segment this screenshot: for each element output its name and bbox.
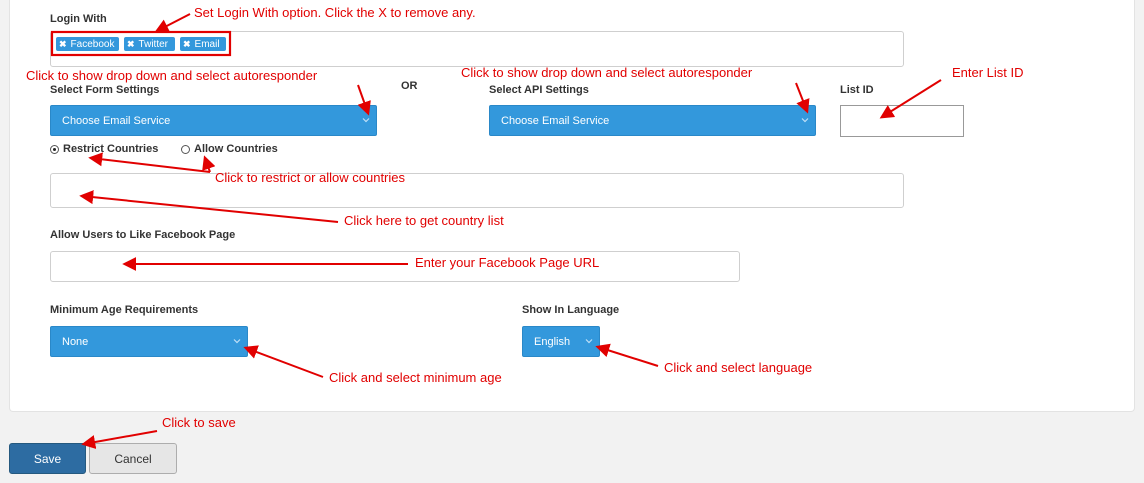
- close-icon[interactable]: ✖: [59, 39, 67, 50]
- allow-countries-radio[interactable]: Allow Countries: [181, 143, 278, 155]
- min-age-label: Minimum Age Requirements: [50, 304, 199, 316]
- chevron-down-icon: [585, 338, 593, 343]
- min-age-select[interactable]: None: [50, 326, 248, 357]
- list-id-input[interactable]: [840, 105, 964, 137]
- login-tag-twitter: ✖ Twitter: [124, 37, 175, 51]
- form-settings-label: Select Form Settings: [50, 84, 160, 96]
- login-tag-email: ✖ Email: [180, 37, 226, 51]
- radio-selected-icon: [50, 144, 59, 154]
- annotation-login-with: Set Login With option. Click the X to re…: [194, 5, 476, 20]
- or-text: OR: [401, 80, 418, 92]
- tag-label: Facebook: [70, 38, 115, 50]
- restrict-countries-radio[interactable]: Restrict Countries: [50, 143, 158, 155]
- min-age-value: None: [62, 335, 89, 348]
- annotation-country-list: Click here to get country list: [344, 213, 504, 228]
- language-label: Show In Language: [522, 304, 620, 316]
- annotation-form-settings: Click to show drop down and select autor…: [26, 68, 318, 83]
- login-tag-facebook: ✖ Facebook: [56, 37, 119, 51]
- save-button[interactable]: Save: [9, 443, 86, 474]
- close-icon[interactable]: ✖: [183, 39, 191, 50]
- chevron-down-icon: [233, 338, 241, 343]
- api-settings-select[interactable]: Choose Email Service: [489, 105, 816, 136]
- close-icon[interactable]: ✖: [127, 39, 135, 50]
- annotation-language: Click and select language: [664, 360, 813, 375]
- login-with-label: Login With: [50, 13, 107, 25]
- list-id-label: List ID: [840, 84, 874, 96]
- chevron-down-icon: [801, 117, 809, 122]
- tag-label: Twitter: [138, 38, 168, 50]
- radio-unselected-icon: [181, 144, 190, 154]
- allow-countries-label: Allow Countries: [194, 143, 278, 155]
- language-select[interactable]: English: [522, 326, 600, 357]
- restrict-countries-label: Restrict Countries: [63, 143, 159, 155]
- login-with-field[interactable]: [50, 31, 904, 67]
- chevron-down-icon: [362, 117, 370, 122]
- form-settings-value: Choose Email Service: [62, 114, 171, 127]
- form-settings-select[interactable]: Choose Email Service: [50, 105, 377, 136]
- facebook-page-label: Allow Users to Like Facebook Page: [50, 229, 236, 241]
- api-settings-label: Select API Settings: [489, 84, 589, 96]
- annotation-facebook-page: Enter your Facebook Page URL: [415, 255, 600, 270]
- tag-label: Email: [194, 38, 220, 50]
- annotation-list-id: Enter List ID: [952, 65, 1024, 80]
- annotation-min-age: Click and select minimum age: [329, 370, 502, 385]
- annotation-countries: Click to restrict or allow countries: [215, 170, 405, 185]
- annotation-save: Click to save: [162, 415, 236, 430]
- annotation-api-settings: Click to show drop down and select autor…: [461, 65, 753, 80]
- cancel-button[interactable]: Cancel: [89, 443, 177, 474]
- country-list-input[interactable]: [50, 173, 904, 208]
- language-value: English: [534, 335, 571, 348]
- api-settings-value: Choose Email Service: [501, 114, 610, 127]
- facebook-page-url-input[interactable]: [50, 251, 740, 282]
